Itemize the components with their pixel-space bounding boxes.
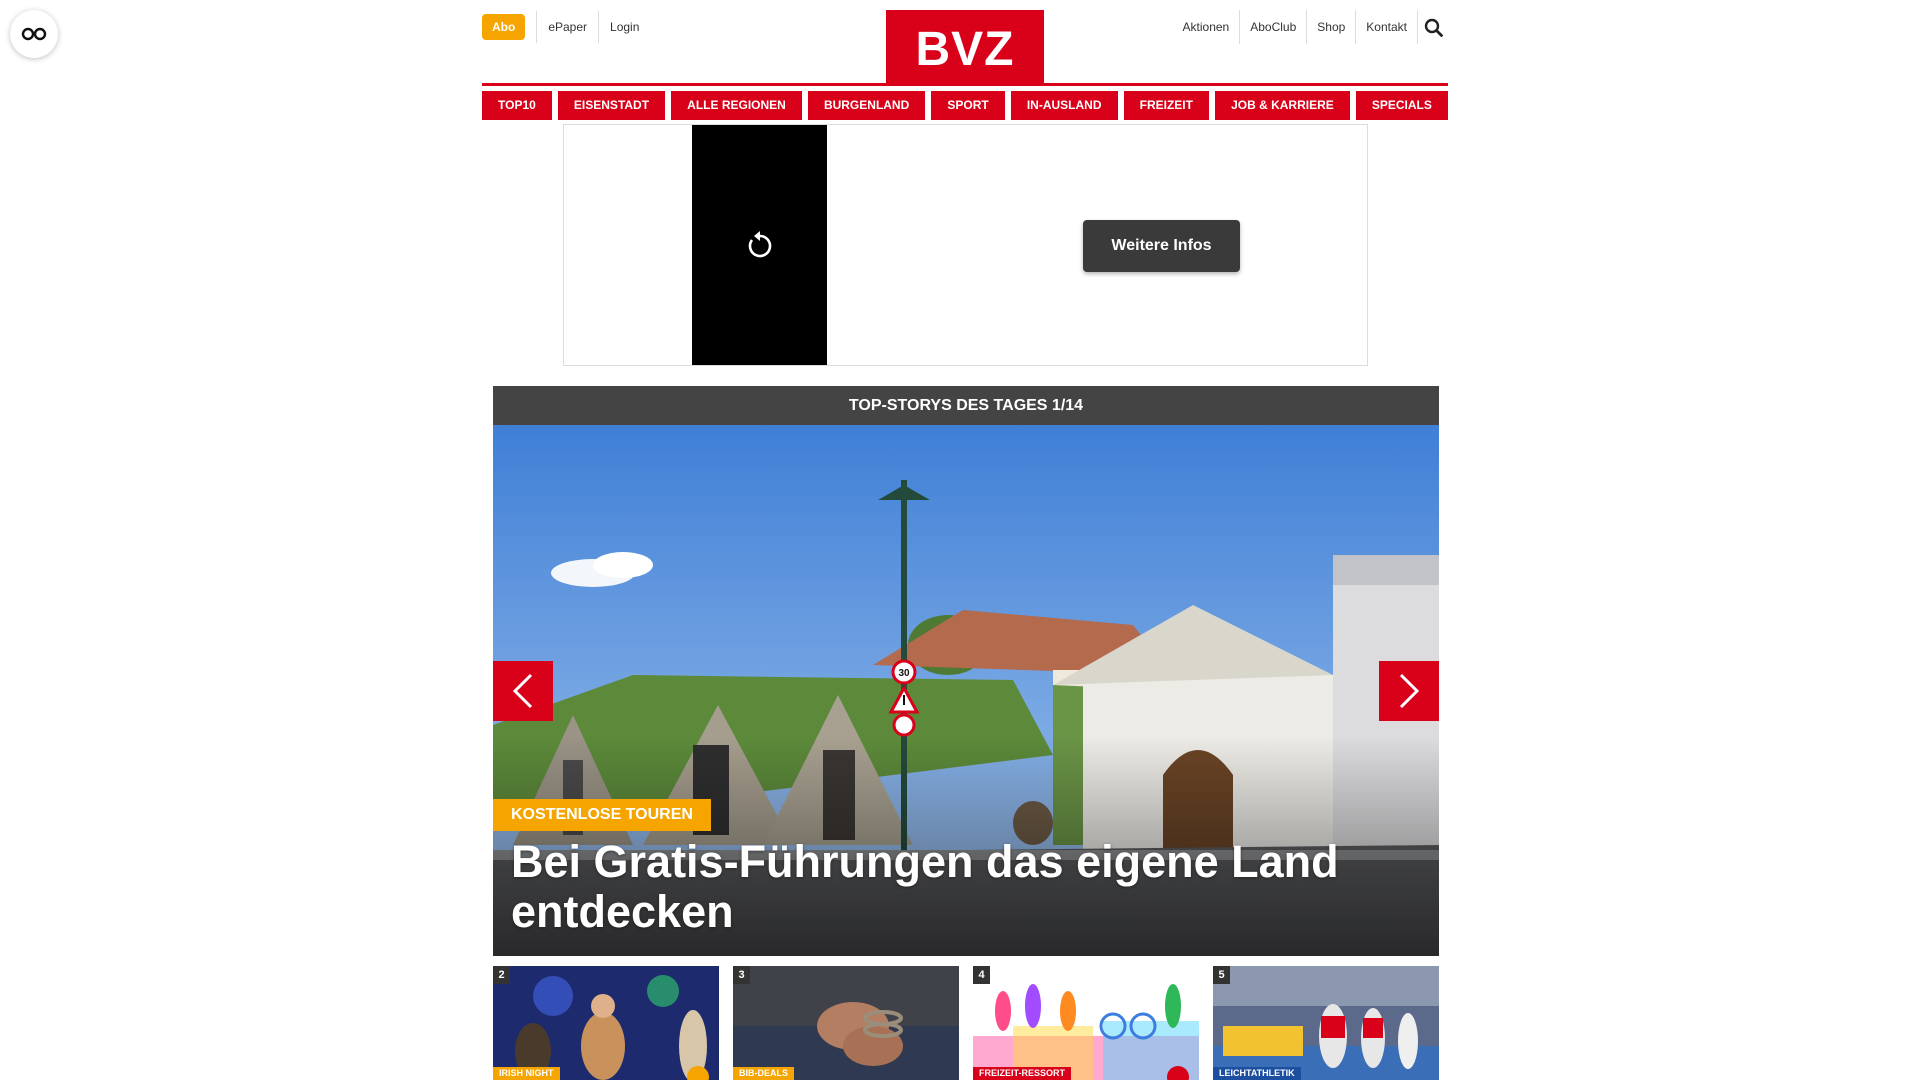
epaper-link[interactable]: ePaper — [536, 11, 598, 43]
header-divider — [482, 83, 1448, 86]
ad-video[interactable] — [692, 125, 827, 365]
story-thumbnails: 2 IRISH NIGHT 3 BIB-DEALS 4 FREIZEIT-RES… — [493, 966, 1439, 1080]
advertisement[interactable]: Weitere Infos — [563, 124, 1368, 366]
nav-item-alle-regionen[interactable]: ALLE REGIONEN — [671, 91, 802, 120]
nav-item-job-karriere[interactable]: JOB & KARRIERE — [1215, 91, 1350, 120]
nav-item-burgenland[interactable]: BURGENLAND — [807, 91, 926, 120]
nav-item-freizeit[interactable]: FREIZEIT — [1123, 91, 1209, 120]
accessibility-button[interactable] — [10, 10, 58, 58]
story-thumb-4[interactable]: 4 FREIZEIT-RESSORT — [973, 966, 1199, 1080]
search-icon — [1424, 18, 1443, 37]
login-link[interactable]: Login — [598, 11, 650, 43]
top-stories-header: TOP-STORYS DES TAGES 1/14 — [493, 386, 1439, 425]
nav-item-specials[interactable]: SPECIALS — [1355, 91, 1448, 120]
site-header: Abo ePaper Login BVZ Aktionen AboClub Sh… — [482, 0, 1448, 85]
search-button[interactable] — [1418, 10, 1448, 44]
thumb-number: 2 — [493, 966, 510, 984]
thumb-image — [1213, 966, 1439, 1080]
nav-item-top10[interactable]: TOP10 — [482, 91, 552, 120]
thumb-number: 5 — [1213, 966, 1230, 984]
more-info-button[interactable]: Weitere Infos — [1083, 220, 1240, 272]
top-left-links: Abo ePaper Login — [482, 11, 650, 43]
carousel-prev-button[interactable] — [493, 661, 553, 721]
chevron-left-icon — [512, 673, 533, 709]
aktionen-link[interactable]: Aktionen — [1173, 10, 1241, 44]
main-nav: TOP10 EISENSTADT ALLE REGIONEN BURGENLAN… — [482, 91, 1448, 120]
thumb-tag: BIB-DEALS — [733, 1067, 794, 1080]
nav-item-in-ausland[interactable]: IN-AUSLAND — [1010, 91, 1118, 120]
hero-kicker[interactable]: KOSTENLOSE TOUREN — [493, 799, 711, 831]
thumb-tag: IRISH NIGHT — [493, 1067, 560, 1080]
glasses-icon — [21, 27, 47, 41]
nav-item-eisenstadt[interactable]: EISENSTADT — [557, 91, 666, 120]
chevron-right-icon — [1399, 673, 1420, 709]
top-right-links: Aktionen AboClub Shop Kontakt — [1173, 10, 1448, 44]
story-thumb-2[interactable]: 2 IRISH NIGHT — [493, 966, 719, 1080]
nav-item-sport[interactable]: SPORT — [931, 91, 1005, 120]
kontakt-link[interactable]: Kontakt — [1356, 10, 1418, 44]
thumb-number: 4 — [973, 966, 990, 984]
thumb-image — [973, 966, 1199, 1080]
aboclub-link[interactable]: AboClub — [1240, 10, 1308, 44]
thumb-image — [733, 966, 959, 1080]
replay-icon[interactable] — [746, 230, 774, 260]
hero-headline[interactable]: Bei Gratis-Führungen das eigene Land ent… — [511, 837, 1411, 937]
bvz-logo[interactable]: BVZ — [886, 10, 1044, 85]
abo-button[interactable]: Abo — [482, 14, 526, 40]
thumb-tag: LEICHTATHLETIK — [1213, 1067, 1301, 1080]
thumb-number: 3 — [733, 966, 750, 984]
shop-link[interactable]: Shop — [1307, 10, 1357, 44]
hero-story[interactable]: 30 KOSTENLOSE TOUREN Bei Gratis-Führunge… — [493, 425, 1439, 956]
carousel-next-button[interactable] — [1379, 661, 1439, 721]
speed-limit-sign: 30 — [898, 668, 910, 679]
thumb-tag: FREIZEIT-RESSORT — [973, 1067, 1072, 1080]
thumb-image — [493, 966, 719, 1080]
top-stories: TOP-STORYS DES TAGES 1/14 30 KOSTENLOSE … — [493, 386, 1439, 956]
story-thumb-5[interactable]: 5 LEICHTATHLETIK — [1213, 966, 1439, 1080]
story-thumb-3[interactable]: 3 BIB-DEALS — [733, 966, 959, 1080]
